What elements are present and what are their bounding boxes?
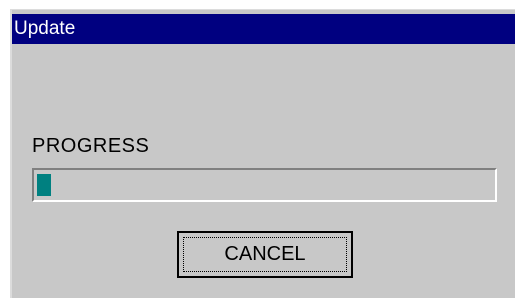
title-bar[interactable]: Update — [12, 14, 515, 44]
window-title: Update — [14, 18, 76, 39]
progress-bar-fill — [37, 174, 51, 196]
progress-bar — [32, 168, 497, 202]
cancel-button-label: CANCEL — [183, 237, 347, 272]
update-dialog: Update PROGRESS CANCEL — [10, 9, 515, 298]
progress-label: PROGRESS — [32, 135, 150, 157]
cancel-button[interactable]: CANCEL — [177, 231, 353, 278]
